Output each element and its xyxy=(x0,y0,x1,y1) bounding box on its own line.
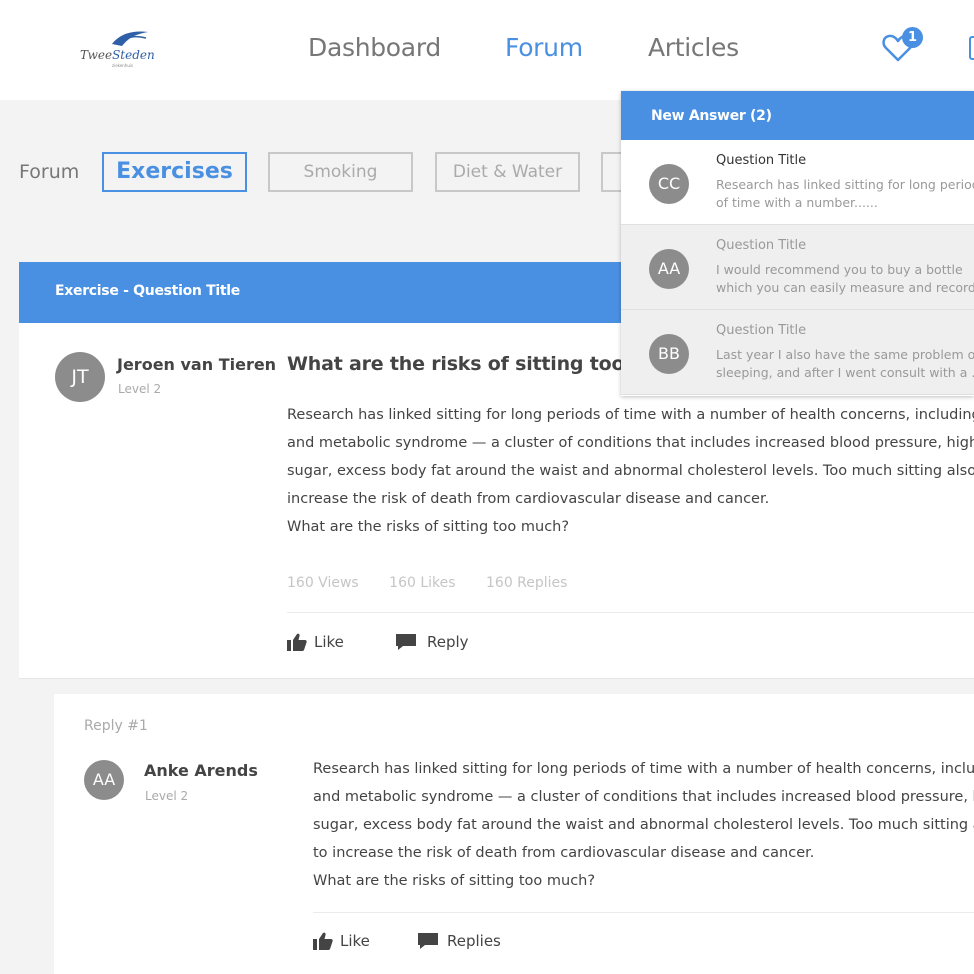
reply-body-line: and metabolic syndrome — a cluster of co… xyxy=(313,789,974,805)
notification-text-line: I would recommend you to buy a bottle xyxy=(716,262,963,277)
reply-button[interactable]: Reply xyxy=(395,633,469,651)
logo-wordmark: TweeSteden xyxy=(80,48,155,62)
notification-item[interactable]: BB Question Title Last year I also have … xyxy=(621,310,974,395)
logo-subtitle: ziekenhuis xyxy=(112,63,134,68)
tab-exercises[interactable]: Exercises xyxy=(102,152,247,192)
reply-card: Reply #1 AA Anke Arends Level 2 Research… xyxy=(54,694,974,974)
tab-smoking[interactable]: Smoking xyxy=(268,152,413,192)
nav-dashboard[interactable]: Dashboard xyxy=(308,33,441,62)
nav-forum[interactable]: Forum xyxy=(505,33,583,62)
reply-body-line: sugar, excess body fat around the waist … xyxy=(313,817,974,833)
notification-text-line: Research has linked sitting for long per… xyxy=(716,177,974,192)
nav-articles[interactable]: Articles xyxy=(648,33,739,62)
notifications-dropdown: New Answer (2) CC Question Title Researc… xyxy=(621,91,974,396)
notification-text-line: Last year I also have the same problem o… xyxy=(716,347,974,362)
avatar: CC xyxy=(649,164,689,204)
thumbs-up-icon xyxy=(313,932,333,950)
profile-icon[interactable] xyxy=(969,36,974,60)
avatar[interactable]: AA xyxy=(84,760,124,800)
author-name[interactable]: Jeroen van Tieren xyxy=(117,355,276,374)
avatar: BB xyxy=(649,334,689,374)
question-body-line: Research has linked sitting for long per… xyxy=(287,407,974,423)
like-label: Like xyxy=(340,932,370,950)
replies-button[interactable]: Replies xyxy=(417,932,501,950)
forum-filter-label: Forum xyxy=(19,161,80,183)
notifications-header: New Answer (2) xyxy=(621,91,974,140)
logo-word-steden: Steden xyxy=(112,48,155,62)
notification-title: Question Title xyxy=(716,238,807,253)
divider xyxy=(313,912,974,913)
replies-count: 160 Replies xyxy=(486,575,568,591)
question-body-line: sugar, excess body fat around the waist … xyxy=(287,463,974,479)
notification-item[interactable]: CC Question Title Research has linked si… xyxy=(621,140,974,225)
like-label: Like xyxy=(314,633,344,651)
comment-icon xyxy=(396,634,416,650)
twee-steden-logo[interactable]: TweeSteden ziekenhuis xyxy=(74,20,160,78)
author-name[interactable]: Anke Arends xyxy=(144,761,258,780)
notification-text: Last year I also have the same problem o… xyxy=(716,346,974,382)
author-level: Level 2 xyxy=(145,789,189,803)
thumbs-up-icon xyxy=(287,633,307,651)
question-title: What are the risks of sitting too mu xyxy=(287,353,664,375)
reply-number: Reply #1 xyxy=(84,718,148,734)
like-button[interactable]: Like xyxy=(313,932,370,950)
notification-text-line: which you can easily measure and record. xyxy=(716,280,974,295)
notifications-title: New Answer (2) xyxy=(651,108,772,124)
avatar: AA xyxy=(649,249,689,289)
notification-title: Question Title xyxy=(716,323,807,338)
notification-title: Question Title xyxy=(716,153,807,168)
question-stats: 160 Views 160 Likes 160 Replies xyxy=(287,575,593,591)
reply-body: Research has linked sitting for long per… xyxy=(313,755,974,895)
notification-badge[interactable]: 1 xyxy=(902,27,923,48)
bird-logo-icon xyxy=(112,31,148,46)
notification-item[interactable]: AA Question Title I would recommend you … xyxy=(621,225,974,310)
notification-text-line: of time with a number...... xyxy=(716,195,878,210)
reply-label: Reply xyxy=(427,633,469,651)
replies-label: Replies xyxy=(447,932,501,950)
avatar[interactable]: JT xyxy=(55,352,105,402)
question-body-line: What are the risks of sitting too much? xyxy=(287,519,570,535)
question-header-title: Exercise - Question Title xyxy=(55,283,240,299)
tab-diet-water[interactable]: Diet & Water xyxy=(435,152,580,192)
top-header: TweeSteden ziekenhuis Dashboard Forum Ar… xyxy=(0,0,974,100)
logo-word-twee: Twee xyxy=(80,48,113,62)
question-body: Research has linked sitting for long per… xyxy=(287,401,974,541)
likes-count: 160 Likes xyxy=(389,575,456,591)
notification-text-line: sleeping, and after I went consult with … xyxy=(716,365,974,380)
reply-body-line: What are the risks of sitting too much? xyxy=(313,873,596,889)
comment-icon xyxy=(418,933,438,949)
reply-body-line: to increase the risk of death from cardi… xyxy=(313,845,815,861)
notification-text: Research has linked sitting for long per… xyxy=(716,176,974,212)
views-count: 160 Views xyxy=(287,575,359,591)
notification-text: I would recommend you to buy a bottle wh… xyxy=(716,261,974,297)
reply-body-line: Research has linked sitting for long per… xyxy=(313,761,974,777)
author-level: Level 2 xyxy=(118,382,162,396)
question-body-line: and metabolic syndrome — a cluster of co… xyxy=(287,435,974,451)
like-button[interactable]: Like xyxy=(287,633,344,651)
question-body-line: increase the risk of death from cardiova… xyxy=(287,491,770,507)
divider xyxy=(287,612,974,613)
